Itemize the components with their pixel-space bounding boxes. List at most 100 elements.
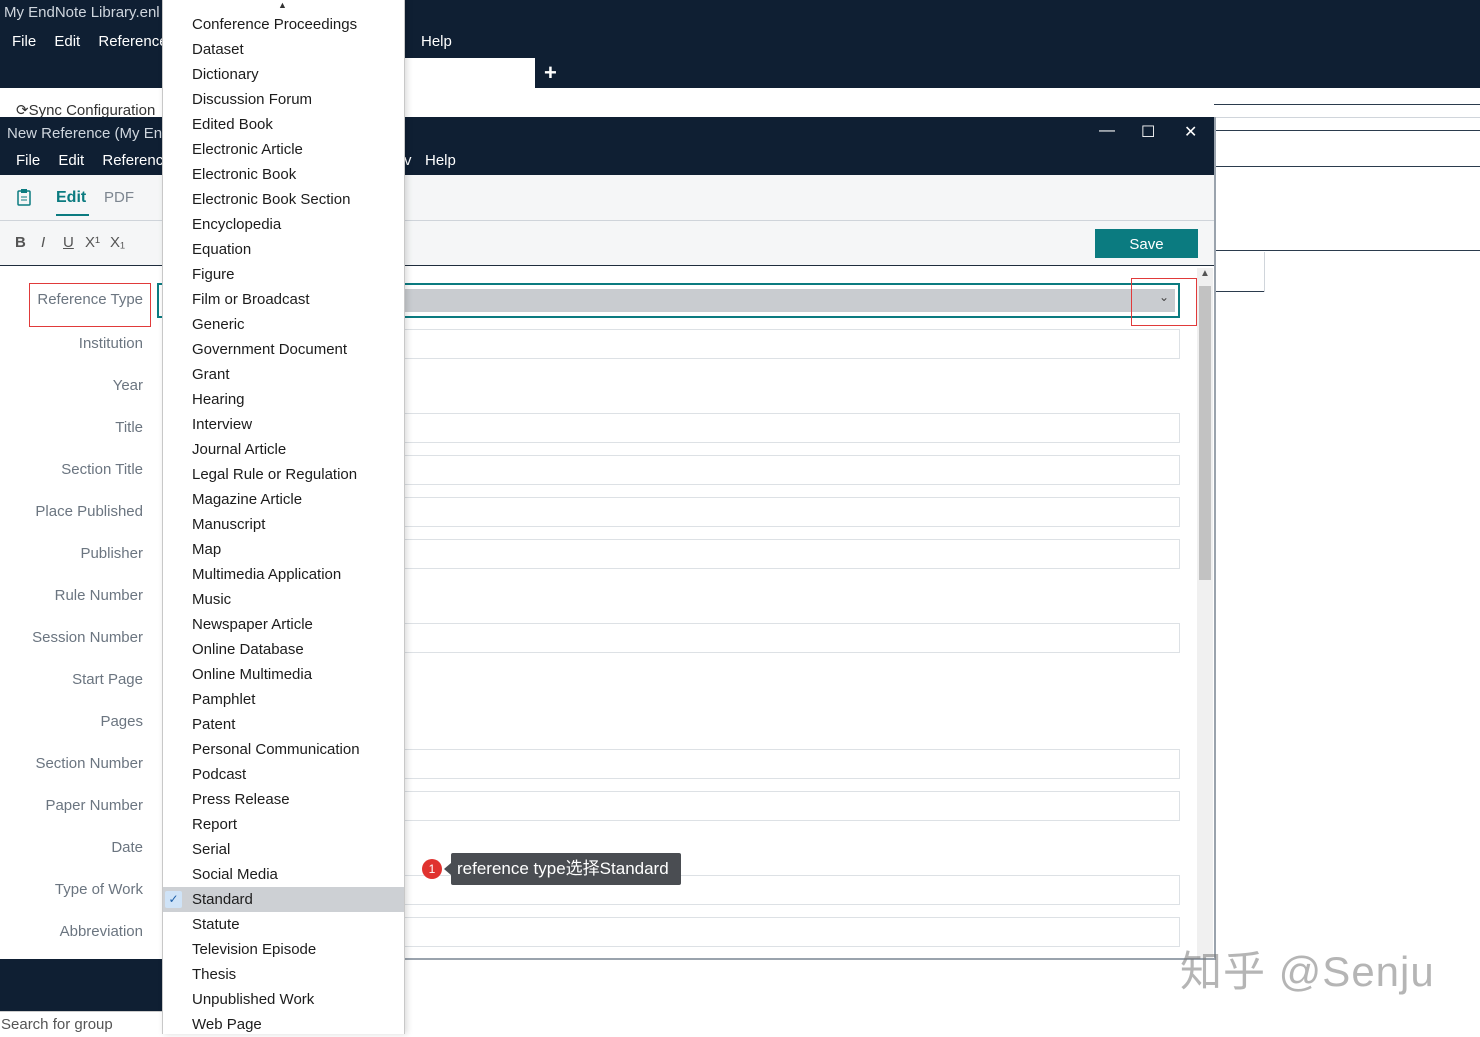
tab-pdf[interactable]: PDF [104, 189, 134, 206]
session-number-input[interactable] [404, 623, 1180, 653]
reference-menu-bar: File Edit Reference [16, 152, 186, 169]
dropdown-option-label: Manuscript [192, 516, 266, 533]
scroll-up-icon[interactable]: ▲ [1200, 268, 1210, 279]
dropdown-option[interactable]: Thesis [163, 962, 404, 987]
close-icon[interactable]: ✕ [1184, 122, 1197, 142]
dropdown-option[interactable]: Statute [163, 912, 404, 937]
dropdown-option[interactable]: Social Media [163, 862, 404, 887]
form-scrollbar-thumb[interactable] [1199, 286, 1211, 580]
main-library-tab[interactable] [405, 58, 535, 88]
section-title-input[interactable] [404, 455, 1180, 485]
underline-button[interactable]: U [63, 234, 74, 251]
checkmark-icon: ✓ [165, 891, 182, 908]
dropdown-option[interactable]: Unpublished Work [163, 987, 404, 1012]
italic-button[interactable]: I [41, 234, 45, 251]
abbreviation-input[interactable] [404, 917, 1180, 947]
dropdown-option-label: Web Page [192, 1016, 262, 1033]
dropdown-option[interactable]: Magazine Article [163, 487, 404, 512]
superscript-button[interactable]: X¹ [85, 234, 100, 251]
dropdown-option[interactable]: Legal Rule or Regulation [163, 462, 404, 487]
dropdown-option[interactable]: Online Database [163, 637, 404, 662]
dropdown-option[interactable]: Encyclopedia [163, 212, 404, 237]
dropdown-option[interactable]: Dictionary [163, 62, 404, 87]
add-tab-icon[interactable]: + [544, 60, 557, 86]
dropdown-option[interactable]: Government Document [163, 337, 404, 362]
dropdown-option-label: Equation [192, 241, 252, 258]
institution-input[interactable] [404, 329, 1180, 359]
dropdown-option[interactable]: Film or Broadcast [163, 287, 404, 312]
section-number-input[interactable] [404, 749, 1180, 779]
highlight-box-dropdown-toggle [1131, 278, 1197, 326]
dropdown-option[interactable]: Patent [163, 712, 404, 737]
dropdown-option[interactable]: Generic [163, 312, 404, 337]
dropdown-option-label: Conference Proceedings [192, 16, 358, 33]
reference-type-value[interactable] [404, 289, 1175, 312]
dropdown-option-label: Encyclopedia [192, 216, 282, 233]
field-label-abbreviation: Abbreviation [59, 923, 143, 940]
dropdown-option-label: Patent [192, 716, 236, 733]
dropdown-option[interactable]: Equation [163, 237, 404, 262]
main-window-title: My EndNote Library.enl [4, 4, 160, 21]
dropdown-option[interactable]: Journal Article [163, 437, 404, 462]
dropdown-option[interactable]: Hearing [163, 387, 404, 412]
dropdown-option-label: Personal Communication [192, 741, 360, 758]
main-menu-file[interactable]: File [12, 33, 36, 50]
dropdown-option[interactable]: Dataset [163, 37, 404, 62]
minimize-icon[interactable]: — [1099, 122, 1115, 140]
dropdown-option[interactable]: Multimedia Application [163, 562, 404, 587]
tab-edit[interactable]: Edit [56, 189, 86, 207]
paper-number-input[interactable] [404, 791, 1180, 821]
dropdown-option[interactable]: Web Page [163, 1012, 404, 1037]
dropdown-option[interactable]: Interview [163, 412, 404, 437]
bold-button[interactable]: B [15, 234, 26, 251]
dropdown-option[interactable]: Electronic Article [163, 137, 404, 162]
dropdown-option[interactable]: Press Release [163, 787, 404, 812]
dropdown-option[interactable]: Report [163, 812, 404, 837]
dropdown-option[interactable]: Electronic Book Section [163, 187, 404, 212]
field-label-publisher: Publisher [80, 545, 143, 562]
dropdown-option[interactable]: Television Episode [163, 937, 404, 962]
dropdown-option[interactable]: Manuscript [163, 512, 404, 537]
dropdown-option-label: Figure [192, 266, 235, 283]
groups-panel-header [0, 959, 162, 1011]
dropdown-option[interactable]: Discussion Forum [163, 87, 404, 112]
title-input[interactable] [404, 413, 1180, 443]
dropdown-option-label: Grant [192, 366, 230, 383]
subscript-button[interactable]: X₁ [110, 234, 125, 251]
save-button[interactable]: Save [1095, 229, 1198, 258]
dropdown-option[interactable]: Serial [163, 837, 404, 862]
dropdown-option[interactable]: Newspaper Article [163, 612, 404, 637]
dropdown-option[interactable]: Figure [163, 262, 404, 287]
dropdown-option-label: Music [192, 591, 232, 608]
dropdown-scroll-up-icon[interactable]: ▲ [278, 0, 287, 10]
main-menu-help[interactable]: Help [421, 33, 452, 50]
field-label-section-number: Section Number [35, 755, 143, 772]
place-published-input[interactable] [404, 497, 1180, 527]
dropdown-option[interactable]: Podcast [163, 762, 404, 787]
publisher-input[interactable] [404, 539, 1180, 569]
dropdown-option[interactable]: Music [163, 587, 404, 612]
dropdown-option-label: Dataset [192, 41, 244, 58]
ref-menu-help[interactable]: Help [425, 152, 456, 169]
step-badge: 1 [422, 859, 442, 879]
clipboard-icon[interactable] [17, 188, 31, 211]
dropdown-option[interactable]: Electronic Book [163, 162, 404, 187]
ref-menu-edit[interactable]: Edit [58, 152, 84, 169]
dropdown-option-label: Thesis [192, 966, 237, 983]
dropdown-option[interactable]: ✓ Standard [163, 887, 404, 912]
dropdown-option[interactable]: Conference Proceedings [163, 12, 404, 37]
dropdown-option[interactable]: Personal Communication [163, 737, 404, 762]
ref-menu-window[interactable]: v [404, 152, 412, 169]
dropdown-option[interactable]: Online Multimedia [163, 662, 404, 687]
window-border [1214, 117, 1216, 960]
maximize-icon[interactable]: ☐ [1141, 122, 1155, 142]
dropdown-option[interactable]: Edited Book [163, 112, 404, 137]
background-divider [1214, 291, 1265, 292]
dropdown-option[interactable]: Map [163, 537, 404, 562]
dropdown-option-label: Multimedia Application [192, 566, 342, 583]
background-divider [1264, 252, 1265, 292]
dropdown-option[interactable]: Pamphlet [163, 687, 404, 712]
main-menu-edit[interactable]: Edit [54, 33, 80, 50]
dropdown-option[interactable]: Grant [163, 362, 404, 387]
ref-menu-file[interactable]: File [16, 152, 40, 169]
